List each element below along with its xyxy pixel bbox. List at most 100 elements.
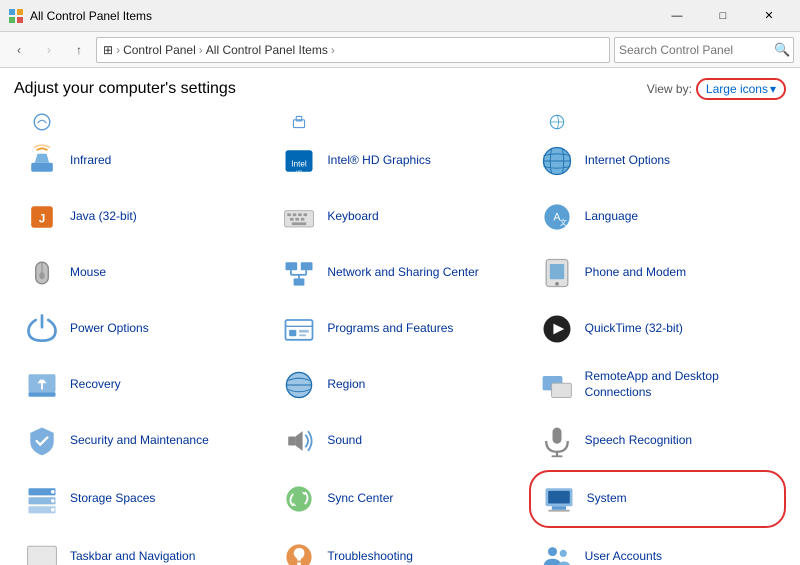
partial-row: [14, 112, 786, 132]
control-item-keyboard[interactable]: Keyboard: [271, 190, 528, 244]
item-label: Security and Maintenance: [70, 433, 209, 449]
close-button[interactable]: ✕: [746, 0, 792, 32]
control-item-programs[interactable]: Programs and Features: [271, 302, 528, 356]
control-item-users[interactable]: User Accounts: [529, 530, 786, 565]
java-icon: J: [22, 197, 62, 237]
page-title: Adjust your computer's settings: [14, 80, 236, 98]
control-item-storage[interactable]: Storage Spaces: [14, 470, 271, 528]
item-label: Sound: [327, 433, 362, 449]
system-icon: [539, 479, 579, 519]
content-header: Adjust your computer's settings View by:…: [14, 78, 786, 100]
remote-icon: [537, 365, 577, 405]
partial-icon-1: [22, 112, 62, 132]
view-by-dropdown[interactable]: Large icons ▾: [696, 78, 786, 100]
search-input[interactable]: [619, 43, 774, 57]
taskbar-icon: [22, 537, 62, 565]
control-item-region[interactable]: Region: [271, 358, 528, 412]
window-title: All Control Panel Items: [30, 9, 152, 23]
back-button[interactable]: ‹: [6, 37, 32, 63]
control-item-speech[interactable]: Speech Recognition: [529, 414, 786, 468]
item-label: Storage Spaces: [70, 491, 155, 507]
control-item-recovery[interactable]: Recovery: [14, 358, 271, 412]
power-icon: [22, 309, 62, 349]
control-item-remote[interactable]: RemoteApp and Desktop Connections: [529, 358, 786, 412]
search-box: 🔍: [614, 37, 794, 63]
breadcrumb-control-panel: Control Panel: [123, 43, 196, 57]
svg-text:HD: HD: [296, 170, 303, 175]
quicktime-icon: [537, 309, 577, 349]
item-label: Taskbar and Navigation: [70, 549, 195, 565]
control-item-security[interactable]: Security and Maintenance: [14, 414, 271, 468]
forward-button[interactable]: ›: [36, 37, 62, 63]
item-label: Speech Recognition: [585, 433, 692, 449]
breadcrumb-all-items: All Control Panel Items: [206, 43, 328, 57]
sound-icon: [279, 421, 319, 461]
window-icon: [8, 8, 24, 24]
item-label: User Accounts: [585, 549, 662, 565]
control-item-power[interactable]: Power Options: [14, 302, 271, 356]
item-label: Internet Options: [585, 153, 670, 169]
region-icon: [279, 365, 319, 405]
control-item-language[interactable]: A文 Language: [529, 190, 786, 244]
sync-icon: [279, 479, 319, 519]
partial-icon-3: [537, 112, 577, 132]
item-label: RemoteApp and Desktop Connections: [585, 369, 778, 400]
control-item-sync[interactable]: Sync Center: [271, 470, 528, 528]
control-item-mouse[interactable]: Mouse: [14, 246, 271, 300]
troubleshoot-icon: [279, 537, 319, 565]
control-item-sound[interactable]: Sound: [271, 414, 528, 468]
up-button[interactable]: ↑: [66, 37, 92, 63]
minimize-button[interactable]: —: [654, 0, 700, 32]
view-by-arrow: ▾: [770, 82, 776, 96]
item-label: Language: [585, 209, 638, 225]
item-label: QuickTime (32-bit): [585, 321, 683, 337]
item-label: Programs and Features: [327, 321, 453, 337]
item-label: Phone and Modem: [585, 265, 686, 281]
svg-text:文: 文: [559, 218, 566, 227]
control-item-network[interactable]: Network and Sharing Center: [271, 246, 528, 300]
internet-icon: [537, 141, 577, 181]
control-item-intel[interactable]: Intel HD Intel® HD Graphics: [271, 134, 528, 188]
control-item-internet[interactable]: Internet Options: [529, 134, 786, 188]
users-icon: [537, 537, 577, 565]
item-label: Mouse: [70, 265, 106, 281]
programs-icon: [279, 309, 319, 349]
items-grid: Infrared Intel HD Intel® HD Graphics Inte…: [14, 134, 786, 565]
maximize-button[interactable]: □: [700, 0, 746, 32]
content-area: Adjust your computer's settings View by:…: [0, 68, 800, 565]
svg-text:J: J: [39, 212, 46, 225]
intel-icon: Intel HD: [279, 141, 319, 181]
control-item-taskbar[interactable]: Taskbar and Navigation: [14, 530, 271, 565]
storage-icon: [22, 479, 62, 519]
view-by-label: View by:: [647, 82, 692, 96]
item-label: Recovery: [70, 377, 121, 393]
item-label: Infrared: [70, 153, 111, 169]
address-bar: ‹ › ↑ ⊞ › Control Panel › All Control Pa…: [0, 32, 800, 68]
svg-text:Intel: Intel: [292, 159, 307, 168]
security-icon: [22, 421, 62, 461]
phone-icon: [537, 253, 577, 293]
title-bar: All Control Panel Items — □ ✕: [0, 0, 800, 32]
item-label: Power Options: [70, 321, 149, 337]
recovery-icon: [22, 365, 62, 405]
mouse-icon: [22, 253, 62, 293]
control-item-troubleshoot[interactable]: Troubleshooting: [271, 530, 528, 565]
view-by-value-label: Large icons: [706, 82, 768, 96]
control-item-system[interactable]: System: [529, 470, 786, 528]
item-label: Sync Center: [327, 491, 393, 507]
item-label: Intel® HD Graphics: [327, 153, 431, 169]
item-label: Region: [327, 377, 365, 393]
keyboard-icon: [279, 197, 319, 237]
item-label: Java (32-bit): [70, 209, 137, 225]
breadcrumb[interactable]: ⊞ › Control Panel › All Control Panel It…: [96, 37, 610, 63]
item-label: Network and Sharing Center: [327, 265, 478, 281]
control-item-phone[interactable]: Phone and Modem: [529, 246, 786, 300]
main-content: Adjust your computer's settings View by:…: [0, 68, 800, 565]
search-button[interactable]: 🔍: [774, 42, 790, 58]
item-label: Keyboard: [327, 209, 378, 225]
control-item-java[interactable]: J Java (32-bit): [14, 190, 271, 244]
control-item-infrared[interactable]: Infrared: [14, 134, 271, 188]
language-icon: A文: [537, 197, 577, 237]
breadcrumb-root: ⊞: [103, 43, 113, 57]
control-item-quicktime[interactable]: QuickTime (32-bit): [529, 302, 786, 356]
